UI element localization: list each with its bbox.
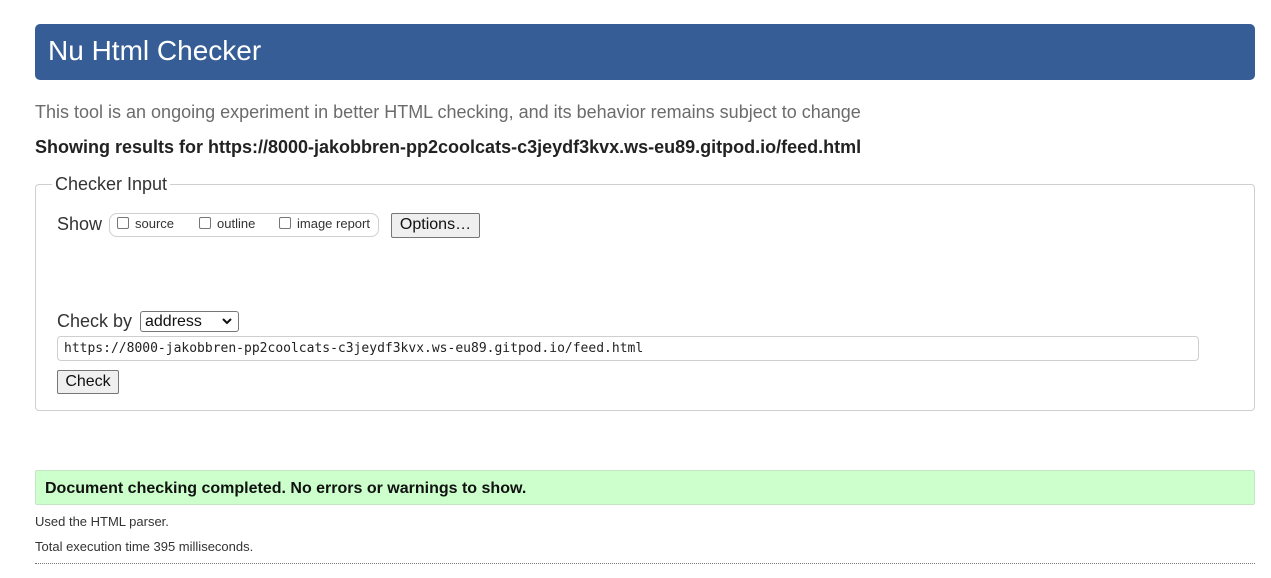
results-heading: Showing results for https://8000-jakobbr…	[35, 137, 862, 157]
show-source-option[interactable]: source	[117, 216, 174, 232]
check-by-label: Check by	[57, 311, 133, 331]
success-message: Document checking completed. No errors o…	[45, 480, 527, 497]
options-button[interactable]: Options…	[391, 213, 480, 238]
source-checkbox[interactable]	[117, 217, 129, 229]
execution-time-info: Total execution time 395 milliseconds.	[35, 539, 254, 554]
checker-input-fieldset: Checker Input Show source outline image …	[35, 173, 1255, 411]
check-by-selected-value: address	[145, 313, 202, 330]
show-label: Show	[57, 214, 103, 234]
show-options-group: source outline image report	[109, 213, 379, 237]
check-button[interactable]: Check	[57, 370, 119, 394]
show-outline-option[interactable]: outline	[199, 216, 255, 232]
url-input[interactable]: https://8000-jakobbren-pp2coolcats-c3jey…	[57, 336, 1199, 361]
image-report-option-label: image report	[297, 216, 370, 231]
source-option-label: source	[135, 216, 175, 231]
divider	[35, 563, 1255, 564]
parser-info: Used the HTML parser.	[35, 514, 169, 529]
outline-checkbox[interactable]	[199, 217, 211, 229]
check-by-select[interactable]: address	[140, 311, 239, 332]
page: Nu Html Checker This tool is an ongoing …	[0, 0, 1271, 578]
outline-option-label: outline	[217, 216, 256, 231]
chevron-down-icon	[222, 318, 232, 325]
page-title: Nu Html Checker	[48, 35, 262, 66]
page-header: Nu Html Checker	[35, 24, 1255, 80]
show-image-report-option[interactable]: image report	[279, 216, 370, 232]
tagline: This tool is an ongoing experiment in be…	[35, 102, 861, 122]
success-message-box: Document checking completed. No errors o…	[35, 470, 1255, 505]
image-report-checkbox[interactable]	[279, 217, 291, 229]
checker-input-legend: Checker Input	[52, 173, 171, 195]
